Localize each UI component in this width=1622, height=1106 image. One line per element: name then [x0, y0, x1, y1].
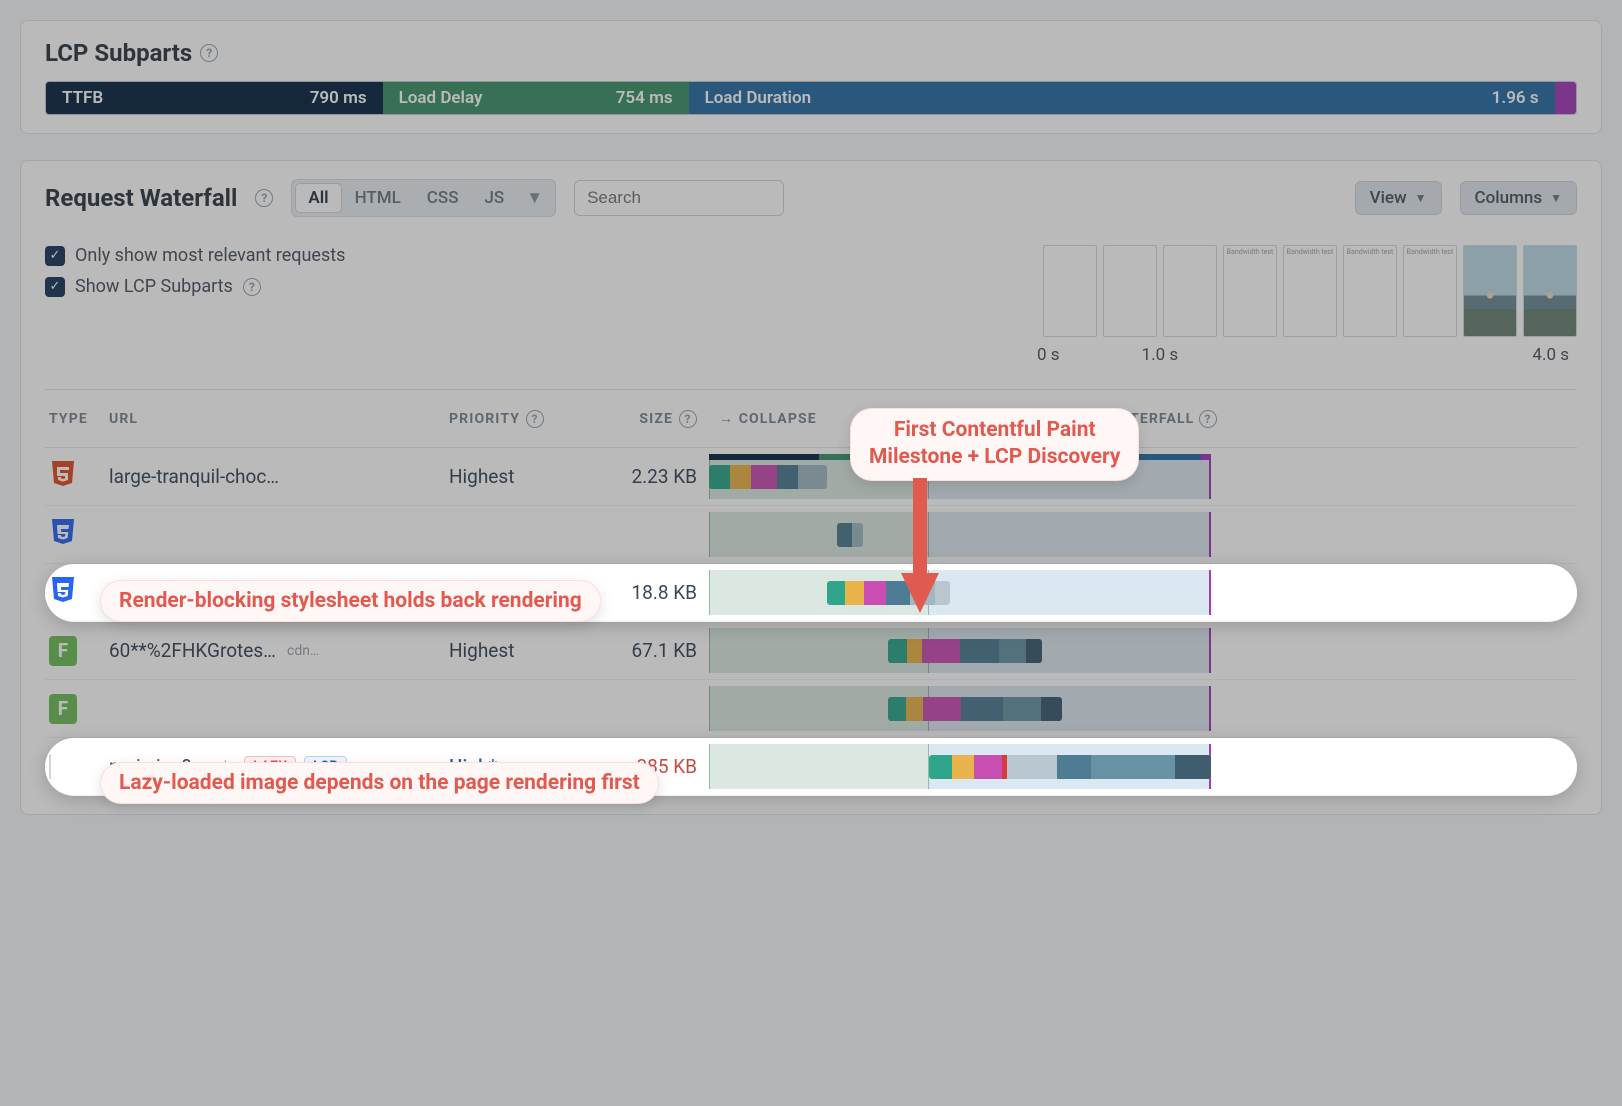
checkbox-subparts-label: Show LCP Subparts	[75, 276, 233, 297]
checkbox-show-lcp-subparts[interactable]: ✓ Show LCP Subparts ?	[45, 276, 345, 297]
help-icon[interactable]: ?	[243, 278, 261, 296]
segment-ttfb[interactable]: TTFB 790 ms	[46, 82, 383, 114]
help-icon[interactable]: ?	[1199, 410, 1217, 428]
font-icon: F	[49, 636, 77, 666]
segment-ttfb-label: TTFB	[62, 88, 103, 108]
css3-icon	[49, 517, 77, 547]
callout-fcp: First Contentful Paint Milestone + LCP D…	[850, 408, 1139, 481]
tab-js[interactable]: JS	[472, 184, 516, 212]
waterfall-bar[interactable]	[837, 523, 863, 547]
filmstrip-frame[interactable]	[1163, 245, 1217, 337]
col-size[interactable]: SIZE ?	[595, 396, 705, 442]
filmstrip-frame[interactable]: Bandwidth test	[1343, 245, 1397, 337]
filmstrip-frame[interactable]: Bandwidth test	[1223, 245, 1277, 337]
waterfall-bar[interactable]	[888, 697, 1062, 721]
url-text: 60**%2FHKGrotesk…	[109, 639, 279, 662]
url-text: large-tranquil-chocolate.g…	[109, 465, 279, 488]
callout-lazy-image: Lazy-loaded image depends on the page re…	[100, 762, 659, 804]
size-text: 67.1 KB	[595, 633, 705, 668]
checkbox-relevant-label: Only show most relevant requests	[75, 245, 345, 266]
view-select[interactable]: View ▼	[1355, 181, 1442, 215]
segment-duration-value: 1.96 s	[1492, 88, 1539, 108]
table-row[interactable]: large-tranquil-chocolate.g… Highest 2.23…	[45, 448, 1577, 506]
filmstrip-frame[interactable]: Bandwidth test	[1403, 245, 1457, 337]
segment-delay-label: Load Delay	[399, 88, 483, 108]
image-thumb-icon	[49, 754, 51, 779]
search-input[interactable]	[574, 180, 784, 216]
filmstrip-frame[interactable]	[1103, 245, 1157, 337]
request-waterfall-panel: Request Waterfall ? All HTML CSS JS ▼ Vi…	[20, 160, 1602, 815]
help-icon[interactable]: ?	[679, 410, 697, 428]
lcp-subparts-bar: TTFB 790 ms Load Delay 754 ms Load Durat…	[45, 81, 1577, 115]
segment-render[interactable]	[1555, 82, 1576, 114]
col-type[interactable]: TYPE	[45, 397, 105, 441]
chevron-down-icon: ▼	[1415, 191, 1427, 205]
col-url[interactable]: URL	[105, 397, 445, 441]
collapse-toggle[interactable]: → COLLAPSE	[719, 410, 817, 427]
checkbox-checked-icon: ✓	[45, 246, 65, 266]
help-icon[interactable]: ?	[255, 189, 273, 207]
table-row[interactable]	[45, 506, 1577, 564]
type-filter-tabs: All HTML CSS JS ▼	[291, 179, 556, 217]
time-tick: 4.0 s	[1532, 345, 1569, 365]
url-host: cdn…	[287, 643, 319, 659]
tab-more-icon[interactable]: ▼	[518, 184, 551, 212]
time-tick: 1.0 s	[1142, 345, 1179, 365]
request-waterfall-title: Request Waterfall	[45, 184, 237, 212]
time-tick: 0 s	[1037, 345, 1060, 365]
help-icon[interactable]: ?	[200, 44, 218, 62]
lcp-subparts-title: LCP Subparts	[45, 39, 192, 67]
waterfall-bar[interactable]	[929, 755, 1211, 779]
checkbox-checked-icon: ✓	[45, 277, 65, 297]
size-text: 2.23 KB	[595, 459, 705, 494]
chevron-down-icon: ▼	[1550, 191, 1562, 205]
columns-select[interactable]: Columns ▼	[1460, 181, 1577, 215]
filmstrip: Bandwidth test Bandwidth test Bandwidth …	[1037, 245, 1577, 365]
segment-delay-value: 754 ms	[616, 88, 673, 108]
lcp-subparts-panel: LCP Subparts ? TTFB 790 ms Load Delay 75…	[20, 20, 1602, 134]
filmstrip-frame[interactable]: Bandwidth test	[1283, 245, 1337, 337]
segment-duration-label: Load Duration	[705, 88, 812, 108]
table-row[interactable]: F 60**%2FHKGrotesk… cdn… Highest 67.1 KB	[45, 622, 1577, 680]
table-header: TYPE URL PRIORITY ? SIZE ? → COLLAPSE ↕ …	[45, 390, 1577, 448]
tab-html[interactable]: HTML	[343, 184, 413, 212]
help-icon[interactable]: ?	[526, 410, 544, 428]
callout-render-blocking: Render-blocking stylesheet holds back re…	[100, 580, 601, 622]
priority-text: Highest	[445, 459, 595, 494]
segment-load-delay[interactable]: Load Delay 754 ms	[383, 82, 689, 114]
tab-all[interactable]: All	[296, 184, 340, 212]
priority-text: Highest	[445, 633, 595, 668]
size-text: 18.8 KB	[595, 575, 705, 610]
segment-load-duration[interactable]: Load Duration 1.96 s	[689, 82, 1555, 114]
css3-icon	[49, 575, 77, 605]
col-priority[interactable]: PRIORITY ?	[445, 396, 595, 442]
waterfall-bar[interactable]	[888, 639, 1042, 663]
columns-select-label: Columns	[1475, 188, 1543, 208]
view-select-label: View	[1370, 188, 1407, 208]
waterfall-bar[interactable]	[709, 465, 827, 489]
filmstrip-time-axis: 0 s 1.0 s 4.0 s	[1037, 345, 1577, 365]
arrow-icon	[895, 478, 945, 623]
filmstrip-frame[interactable]: Bandwidth test	[1523, 245, 1577, 337]
filmstrip-frame[interactable]	[1043, 245, 1097, 337]
type-icon-cell	[45, 453, 105, 500]
font-icon: F	[49, 694, 77, 724]
html5-icon	[49, 459, 77, 489]
checkbox-relevant-requests[interactable]: ✓ Only show most relevant requests	[45, 245, 345, 266]
filmstrip-frame[interactable]: Bandwidth test	[1463, 245, 1517, 337]
tab-css[interactable]: CSS	[415, 184, 471, 212]
table-row[interactable]: F	[45, 680, 1577, 738]
segment-ttfb-value: 790 ms	[310, 88, 367, 108]
